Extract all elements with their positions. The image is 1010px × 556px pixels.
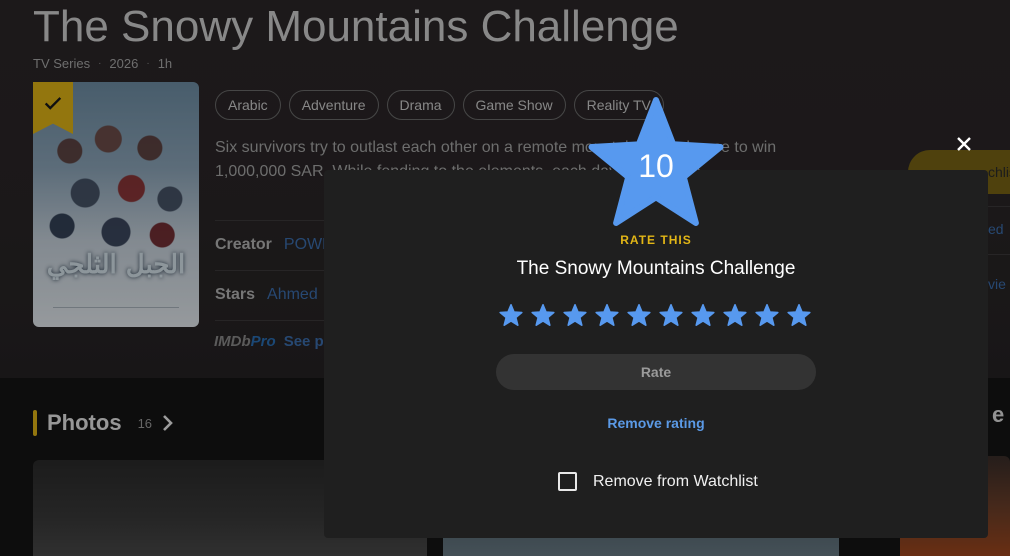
star-icon[interactable] <box>627 303 651 327</box>
star-rating-selector <box>499 303 811 327</box>
star-icon[interactable] <box>563 303 587 327</box>
star-icon[interactable] <box>723 303 747 327</box>
star-icon[interactable] <box>595 303 619 327</box>
rating-value: 10 <box>638 148 674 184</box>
star-icon[interactable] <box>787 303 811 327</box>
rating-badge: 10 <box>585 96 727 231</box>
star-icon[interactable] <box>659 303 683 327</box>
star-icon[interactable] <box>531 303 555 327</box>
rating-dialog-title: The Snowy Mountains Challenge <box>516 258 796 279</box>
star-icon[interactable] <box>755 303 779 327</box>
checkbox-icon[interactable] <box>558 472 577 491</box>
rate-this-eyebrow: RATE THIS <box>620 233 692 247</box>
remove-from-watchlist-option[interactable]: Remove from Watchlist <box>558 472 758 491</box>
star-icon[interactable] <box>499 303 523 327</box>
remove-rating-link[interactable]: Remove rating <box>324 415 988 431</box>
close-icon[interactable] <box>952 132 976 156</box>
rate-button[interactable]: Rate <box>496 354 816 390</box>
watchlist-checkbox-label: Remove from Watchlist <box>593 472 758 490</box>
star-icon[interactable] <box>691 303 715 327</box>
